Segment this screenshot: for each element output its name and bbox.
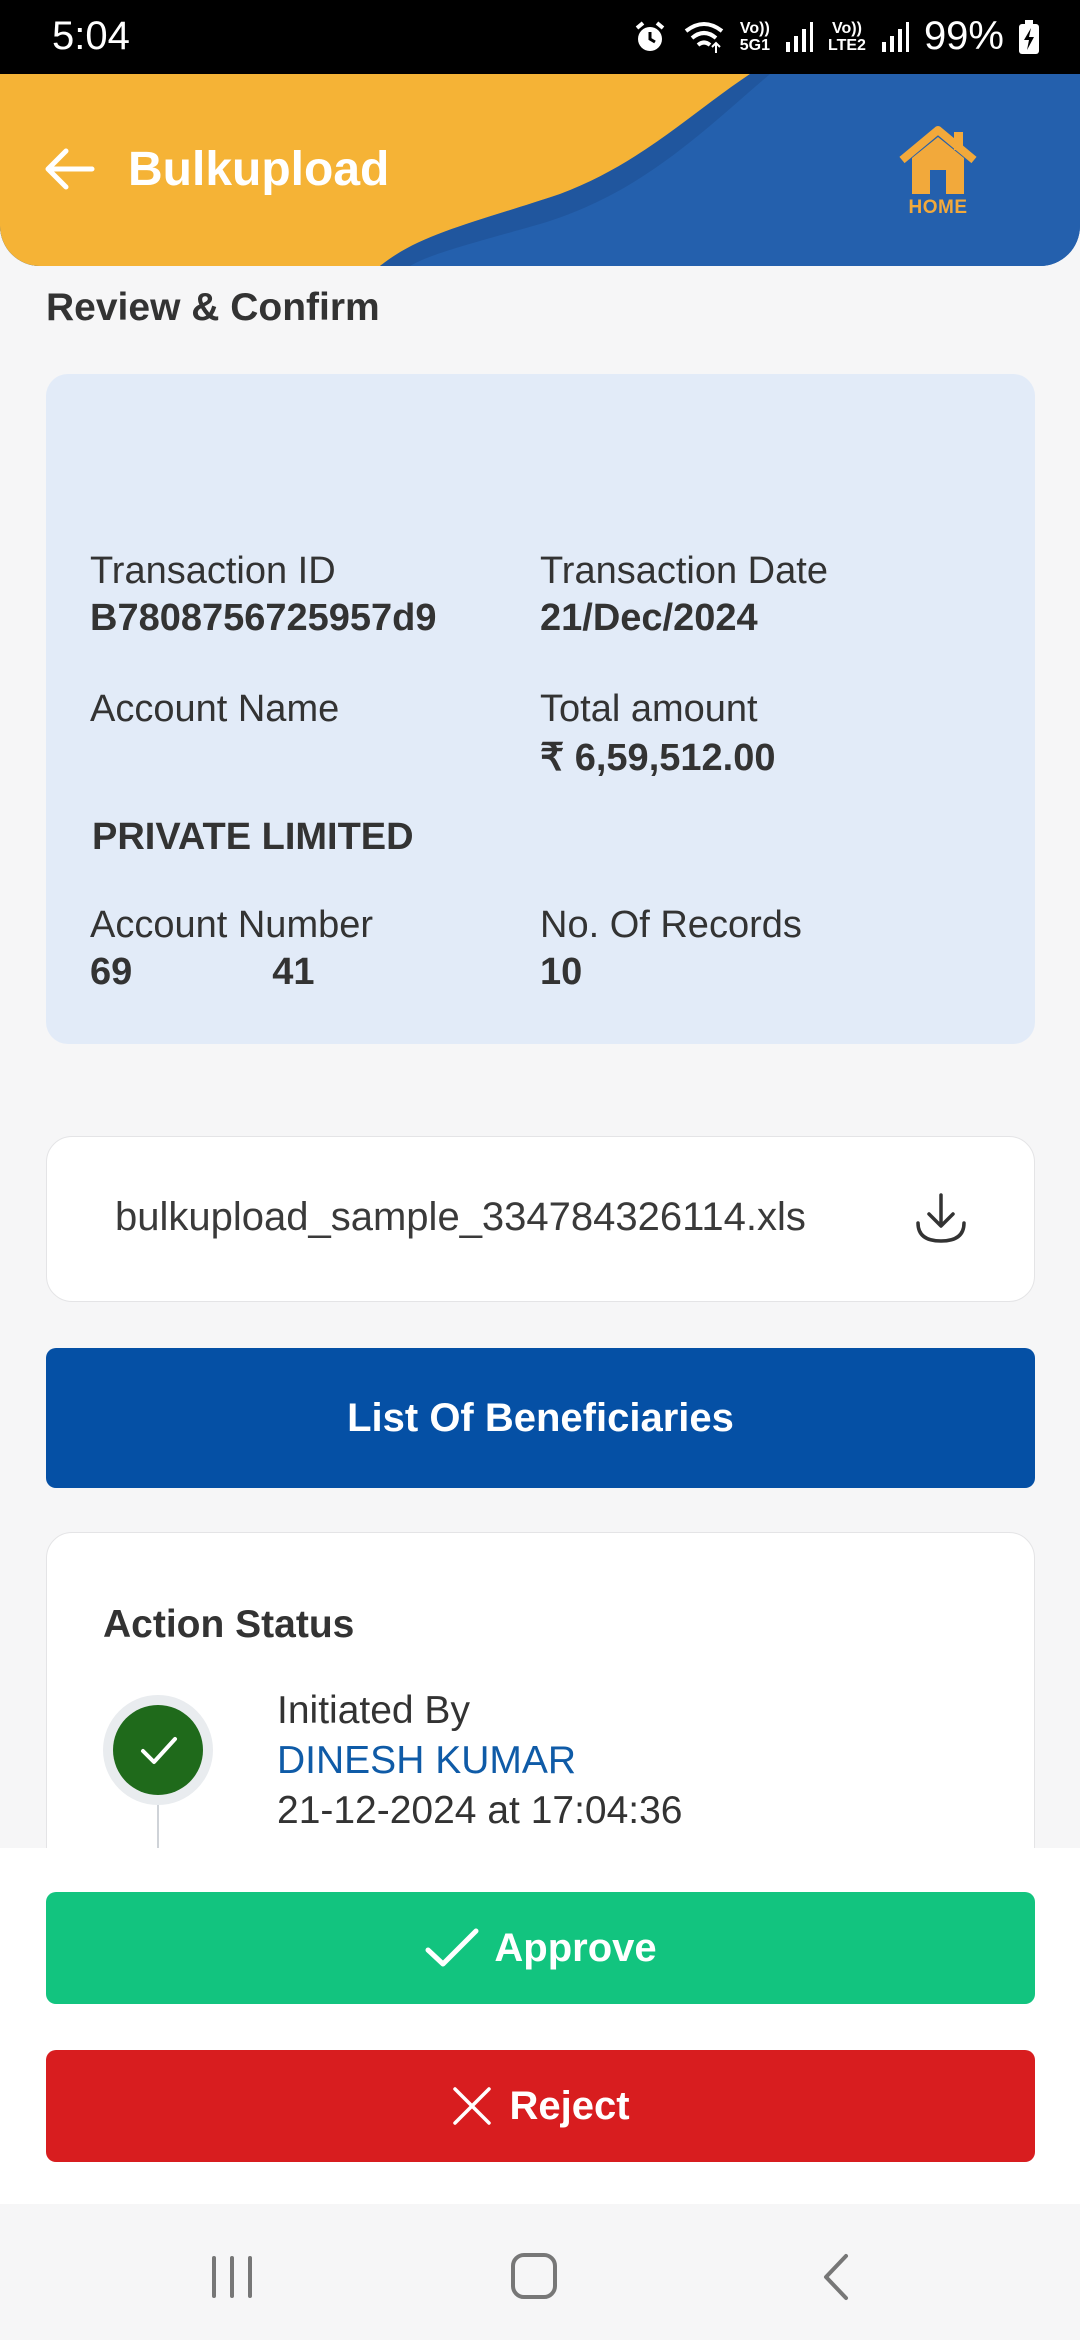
home-label: HOME (908, 197, 968, 218)
list-of-beneficiaries-button[interactable]: List Of Beneficiaries (46, 1348, 1035, 1488)
records-field: No. Of Records 10 (540, 904, 802, 994)
status-bar: 5:04 Vo)) 5G1 Vo)) LTE2 99% (0, 0, 1080, 74)
approve-button[interactable]: Approve (46, 1892, 1035, 2004)
account-name-value: PRIVATE LIMITED (92, 816, 414, 858)
file-name: bulkupload_sample_334784326114.xls (115, 1195, 806, 1239)
transaction-date-value: 21/Dec/2024 (540, 597, 758, 639)
action-status-title: Action Status (103, 1603, 355, 1646)
check-icon (425, 1928, 479, 1967)
transaction-summary-card: Transaction ID B7808756725957d9 Transact… (46, 374, 1035, 1044)
alarm-icon (635, 20, 665, 51)
system-navigation-bar (0, 2204, 1080, 2340)
wifi-icon (684, 21, 723, 53)
recent-apps-icon[interactable] (202, 2250, 262, 2304)
account-number-label: Account Number (90, 904, 374, 946)
app-header: Bulkupload HOME (0, 74, 1080, 266)
approve-label: Approve (494, 1925, 657, 1970)
initiated-timestamp: 21-12-2024 at 17:04:36 (277, 1789, 683, 1832)
account-number-value: 69 41 (90, 951, 315, 993)
home-icon (899, 126, 977, 194)
sim2-label: Vo)) LTE2 (828, 19, 866, 54)
sim1-label: Vo)) 5G1 (739, 19, 770, 54)
reject-label: Reject (509, 2083, 630, 2128)
page-title: Bulkupload (128, 143, 390, 196)
transaction-date-field: Transaction Date 21/Dec/2024 (540, 550, 828, 640)
home-button[interactable]: HOME (888, 124, 988, 224)
records-label: No. Of Records (540, 904, 802, 946)
home-nav-icon[interactable] (504, 2250, 564, 2304)
records-value: 10 (540, 951, 583, 993)
initiated-by-label: Initiated By (277, 1689, 470, 1732)
download-icon[interactable] (912, 1189, 970, 1247)
initiated-by-name: DINESH KUMAR (277, 1739, 577, 1782)
transaction-id-value: B7808756725957d9 (90, 597, 437, 639)
account-name-label: Account Name (90, 688, 340, 730)
account-name-field: Account Name (90, 688, 339, 731)
transaction-id-field: Transaction ID B7808756725957d9 (90, 550, 437, 640)
action-status-card: Action Status Initiated By DINESH KUMAR … (46, 1532, 1035, 1874)
back-nav-icon[interactable] (808, 2250, 868, 2304)
status-step-marker (103, 1695, 213, 1805)
transaction-id-label: Transaction ID (90, 550, 336, 592)
close-icon (453, 2087, 492, 2125)
status-time: 5:04 (52, 14, 130, 58)
battery-charging-icon (1019, 19, 1039, 54)
checkmark-icon (141, 1737, 177, 1764)
back-arrow-icon[interactable] (40, 140, 98, 198)
section-title: Review & Confirm (46, 286, 380, 329)
battery-percent: 99% (923, 14, 1004, 58)
signal-icon (786, 21, 813, 52)
file-attachment-row[interactable]: bulkupload_sample_334784326114.xls (46, 1136, 1035, 1302)
transaction-date-label: Transaction Date (540, 550, 828, 592)
account-number-field: Account Number 69 41 (90, 904, 373, 994)
total-amount-label: Total amount (540, 688, 758, 730)
total-amount-field: Total amount ₹ 6,59,512.00 (540, 688, 775, 780)
status-icons: Vo)) 5G1 Vo)) LTE2 99% (632, 14, 1040, 59)
total-amount-value: ₹ 6,59,512.00 (540, 737, 776, 779)
reject-button[interactable]: Reject (46, 2050, 1035, 2162)
signal-icon (881, 21, 909, 52)
